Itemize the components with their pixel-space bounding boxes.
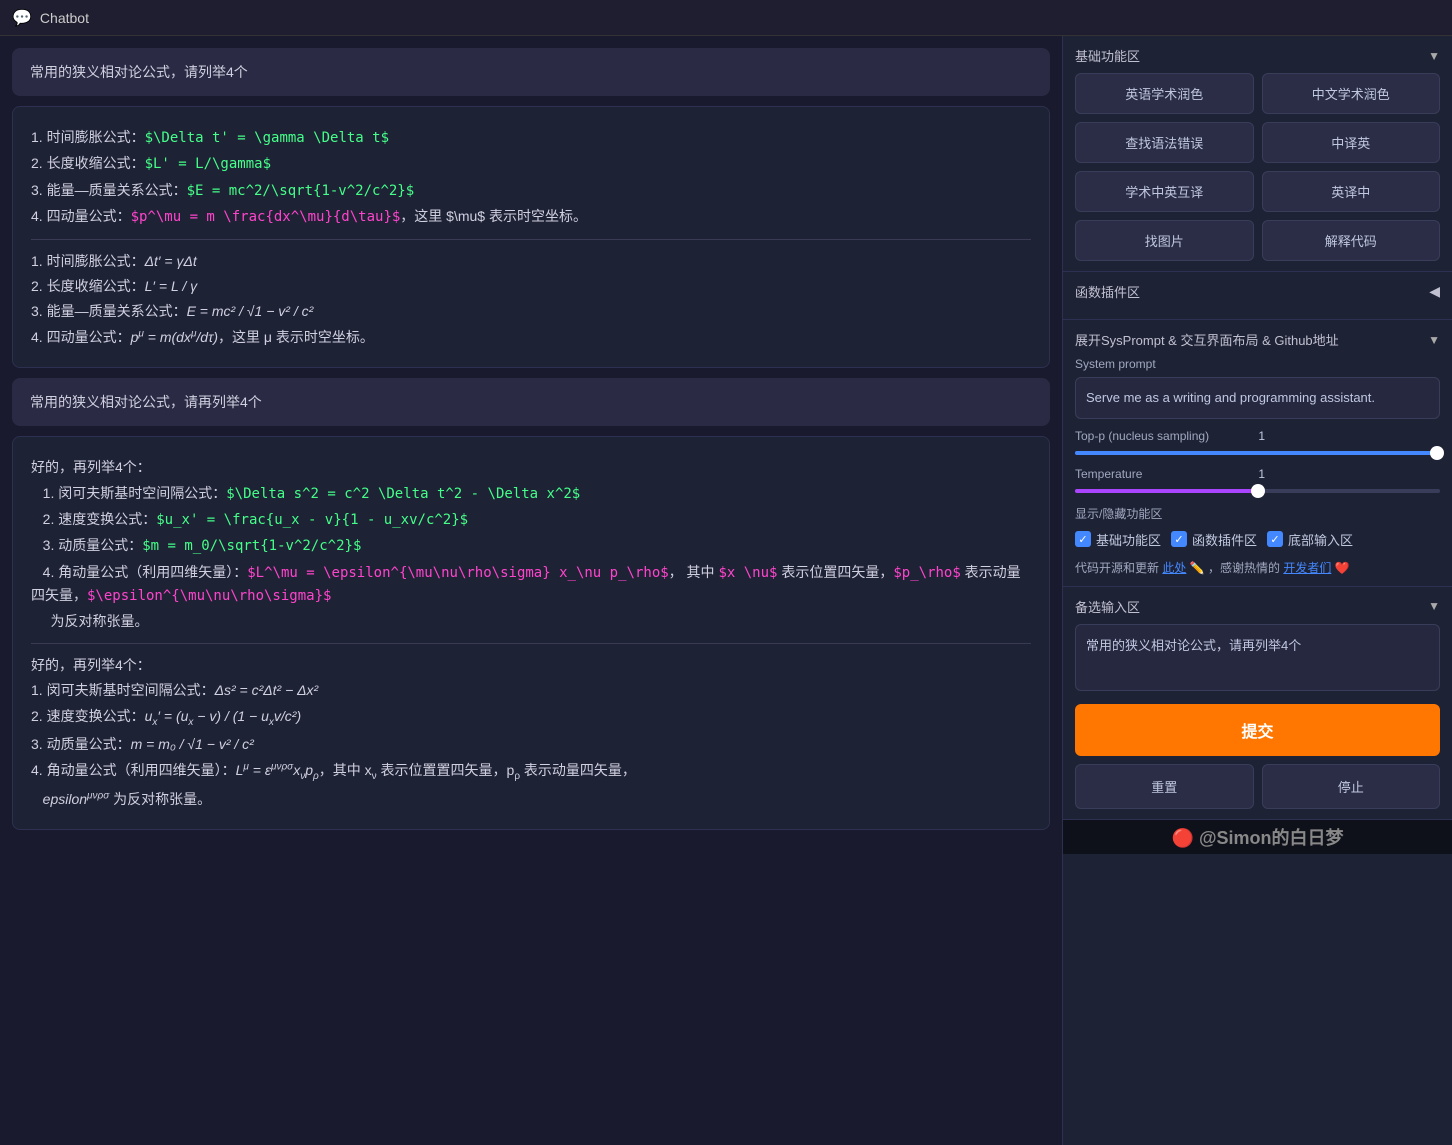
show-hide-section: 显示/隐藏功能区 ✓ 基础功能区 ✓ 函数插件区 ✓ 底部输入区 (1075, 505, 1440, 549)
system-prompt-label: System prompt (1075, 357, 1440, 371)
system-prompt-value[interactable]: Serve me as a writing and programming as… (1075, 377, 1440, 419)
rendered-line-2: 2. 长度收缩公式：L′ = L / γ (31, 275, 1031, 297)
divider (31, 239, 1031, 240)
btn-english-polish[interactable]: 英语学术润色 (1075, 73, 1254, 114)
rendered-line-1: 1. 时间膨胀公式：Δt′ = γΔt (31, 250, 1031, 272)
reset-button[interactable]: 重置 (1075, 764, 1254, 809)
main-layout: 常用的狭义相对论公式，请列举4个 1. 时间膨胀公式：$\Delta t' = … (0, 36, 1452, 1145)
basic-chevron-down: ▼ (1428, 49, 1440, 63)
temperature-value: 1 (1245, 467, 1265, 481)
source-text: 代码开源和更新 (1075, 561, 1159, 575)
checkbox-functions[interactable]: ✓ 函数插件区 (1171, 530, 1257, 549)
functions-plugin-section: 函数插件区 ◀ (1063, 272, 1452, 320)
top-p-thumb[interactable] (1430, 446, 1444, 460)
latex-item-3: 3. 动质量公式：$m = m_0/\sqrt{1-v^2/c^2}$ (31, 534, 1031, 557)
btn-zh-to-en[interactable]: 中译英 (1262, 122, 1441, 163)
checkbox-basic[interactable]: ✓ 基础功能区 (1075, 530, 1161, 549)
heart-icon: ❤️ (1335, 561, 1350, 575)
basic-btn-grid: 英语学术润色 中文学术润色 查找语法错误 中译英 学术中英互译 英译中 找图片 … (1075, 73, 1440, 261)
functions-arrow-left: ◀ (1429, 283, 1440, 300)
checkbox-basic-label: 基础功能区 (1096, 530, 1161, 549)
latex-line-1: 1. 时间膨胀公式：$\Delta t' = \gamma \Delta t$ (31, 126, 1031, 149)
btn-academic-bilingual[interactable]: 学术中英互译 (1075, 171, 1254, 212)
backup-input-section: 备选输入区 ▼ 常用的狭义相对论公式，请再列举4个 提交 重置 停止 (1063, 587, 1452, 820)
latex-item-4-cont: 为反对称张量。 (31, 610, 1031, 632)
show-hide-label: 显示/隐藏功能区 (1075, 505, 1440, 522)
temperature-fill (1075, 489, 1258, 493)
rendered-item-2: 2. 速度变换公式：ux′ = (ux − v) / (1 − uxv/c²) (31, 705, 1031, 731)
expand-sysprompt-header[interactable]: 展开SysPrompt & 交互界面布局 & Github地址 ▼ (1075, 330, 1440, 349)
top-p-label: Top-p (nucleus sampling) (1075, 429, 1235, 443)
backup-input-title: 备选输入区 (1075, 597, 1140, 616)
temperature-track[interactable] (1075, 489, 1440, 493)
submit-button[interactable]: 提交 (1075, 704, 1440, 756)
rendered-item-4-cont: epsilonμνρσ 为反对称张量。 (31, 788, 1031, 810)
basic-functions-section: 基础功能区 ▼ 英语学术润色 中文学术润色 查找语法错误 中译英 学术中英互译 … (1063, 36, 1452, 272)
expand-sysprompt-section: 展开SysPrompt & 交互界面布局 & Github地址 ▼ System… (1063, 320, 1452, 587)
checkbox-functions-box[interactable]: ✓ (1171, 531, 1187, 547)
weibo-icon: 🔴 (1172, 828, 1194, 848)
checkbox-area: ✓ 基础功能区 ✓ 函数插件区 ✓ 底部输入区 (1075, 530, 1440, 549)
functions-plugin-title: 函数插件区 (1075, 282, 1140, 301)
top-p-track[interactable] (1075, 451, 1440, 455)
expand-chevron-down: ▼ (1428, 333, 1440, 347)
checkbox-bottom[interactable]: ✓ 底部输入区 (1267, 530, 1353, 549)
functions-plugin-header[interactable]: 函数插件区 ◀ (1075, 282, 1440, 301)
bottom-btns: 重置 停止 (1075, 764, 1440, 809)
temperature-row: Temperature 1 (1075, 467, 1440, 481)
latex-line-2: 2. 长度收缩公式：$L' = L/\gamma$ (31, 152, 1031, 175)
checkbox-bottom-label: 底部输入区 (1288, 530, 1353, 549)
watermark-text: @Simon的白日梦 (1199, 828, 1344, 848)
assistant-message-1: 1. 时间膨胀公式：$\Delta t' = \gamma \Delta t$ … (12, 106, 1050, 368)
rendered-line-4: 4. 四动量公式：pμ = m(dxμ/dτ)，这里 μ 表示时空坐标。 (31, 326, 1031, 348)
user-message-1: 常用的狭义相对论公式，请列举4个 (12, 48, 1050, 96)
top-p-value: 1 (1245, 429, 1265, 443)
rendered-line-3: 3. 能量—质量关系公式：E = mc² / √1 − v² / c² (31, 300, 1031, 322)
top-p-row: Top-p (nucleus sampling) 1 (1075, 429, 1440, 443)
basic-functions-header[interactable]: 基础功能区 ▼ (1075, 46, 1440, 65)
checkbox-basic-box[interactable]: ✓ (1075, 531, 1091, 547)
btn-explain-code[interactable]: 解释代码 (1262, 220, 1441, 261)
render-intro: 好的，再列举4个： (31, 654, 1031, 676)
btn-find-image[interactable]: 找图片 (1075, 220, 1254, 261)
source-fans-link[interactable]: 开发者们 (1283, 561, 1331, 575)
btn-en-to-zh[interactable]: 英译中 (1262, 171, 1441, 212)
intro-line: 好的，再列举4个： (31, 456, 1031, 478)
temperature-label: Temperature (1075, 467, 1235, 481)
temperature-thumb[interactable] (1251, 484, 1265, 498)
top-p-fill (1075, 451, 1440, 455)
backup-input-header[interactable]: 备选输入区 ▼ (1075, 597, 1440, 616)
btn-chinese-polish[interactable]: 中文学术润色 (1262, 73, 1441, 114)
rendered-item-4: 4. 角动量公式（利用四维矢量）：Lμ = εμνρσxνpρ，其中 xν 表示… (31, 759, 1031, 785)
source-thanks: ，感谢热情的 (1208, 561, 1280, 575)
topbar: 💬 Chatbot (0, 0, 1452, 36)
basic-functions-title: 基础功能区 (1075, 46, 1140, 65)
latex-line-4: 4. 四动量公式：$p^\mu = m \frac{dx^\mu}{d\tau}… (31, 205, 1031, 228)
latex-item-1: 1. 闵可夫斯基时空间隔公式：$\Delta s^2 = c^2 \Delta … (31, 482, 1031, 505)
rendered-item-3: 3. 动质量公式：m = m₀ / √1 − v² / c² (31, 733, 1031, 755)
divider2 (31, 643, 1031, 644)
backup-chevron-down: ▼ (1428, 599, 1440, 613)
rendered-item-1: 1. 闵可夫斯基时空间隔公式：Δs² = c²Δt² − Δx² (31, 679, 1031, 701)
checkbox-bottom-box[interactable]: ✓ (1267, 531, 1283, 547)
latex-item-2: 2. 速度变换公式：$u_x' = \frac{u_x - v}{1 - u_x… (31, 508, 1031, 531)
checkbox-functions-label: 函数插件区 (1192, 530, 1257, 549)
latex-item-4: 4. 角动量公式（利用四维矢量）：$L^\mu = \epsilon^{\mu\… (31, 561, 1031, 608)
expand-sysprompt-title: 展开SysPrompt & 交互界面布局 & Github地址 (1075, 330, 1339, 349)
backup-textarea[interactable]: 常用的狭义相对论公式，请再列举4个 (1075, 624, 1440, 691)
latex-line-3: 3. 能量—质量关系公式：$E = mc^2/\sqrt{1-v^2/c^2}$ (31, 179, 1031, 202)
topbar-title: Chatbot (40, 10, 89, 26)
chatbot-icon: 💬 (12, 8, 32, 28)
chat-area: 常用的狭义相对论公式，请列举4个 1. 时间膨胀公式：$\Delta t' = … (0, 36, 1062, 1145)
source-row: 代码开源和更新 此处 ✏️ ，感谢热情的 开发者们 ❤️ (1075, 559, 1440, 576)
sidebar: 基础功能区 ▼ 英语学术润色 中文学术润色 查找语法错误 中译英 学术中英互译 … (1062, 36, 1452, 1145)
assistant-message-2: 好的，再列举4个： 1. 闵可夫斯基时空间隔公式：$\Delta s^2 = c… (12, 436, 1050, 830)
user-message-2: 常用的狭义相对论公式，请再列举4个 (12, 378, 1050, 426)
stop-button[interactable]: 停止 (1262, 764, 1441, 809)
btn-grammar-check[interactable]: 查找语法错误 (1075, 122, 1254, 163)
watermark: 🔴 @Simon的白日梦 (1063, 820, 1452, 854)
source-link[interactable]: 此处 (1162, 561, 1186, 575)
